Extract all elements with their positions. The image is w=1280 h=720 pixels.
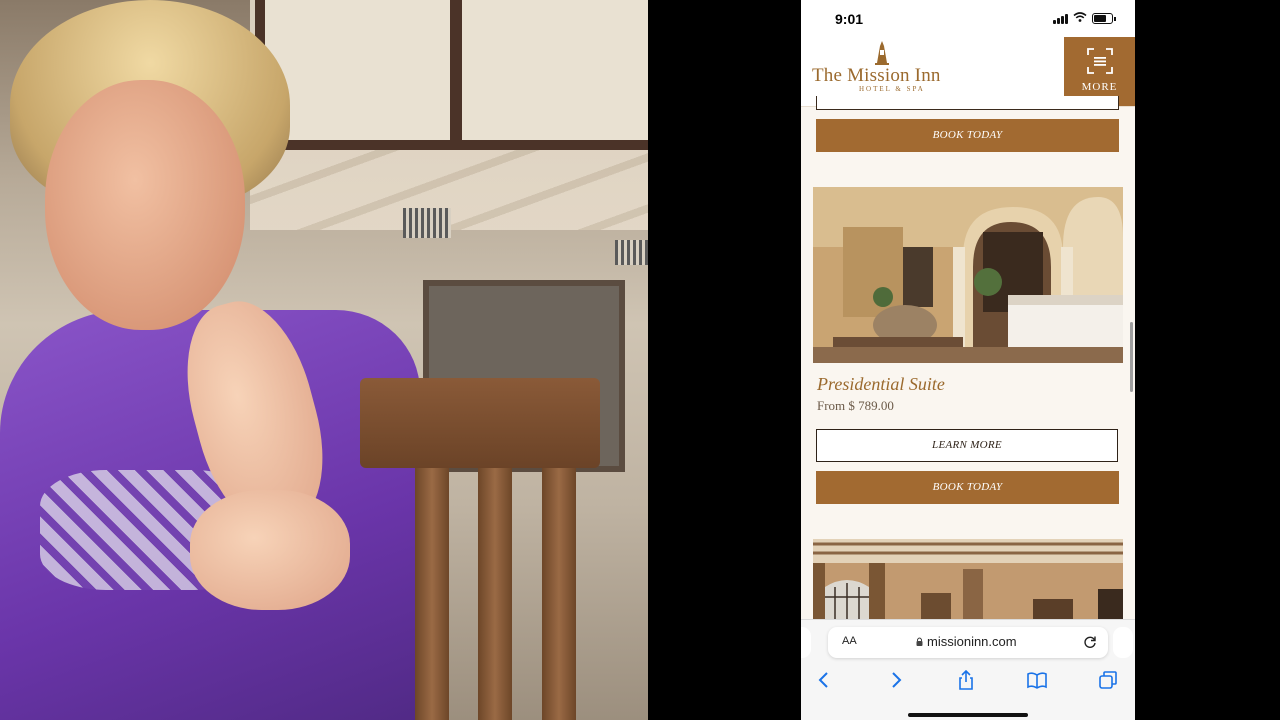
book-today-button[interactable]: BOOK TODAY [816, 471, 1119, 504]
address-bar[interactable]: AA missioninn.com [828, 627, 1108, 658]
forward-icon[interactable] [886, 670, 906, 690]
suite-name[interactable]: Presidential Suite [817, 374, 945, 395]
status-time: 9:01 [835, 11, 864, 27]
reload-icon[interactable] [1083, 635, 1097, 649]
air-vent [403, 208, 451, 238]
chair-slat [478, 468, 512, 720]
bookmarks-icon[interactable] [1027, 670, 1047, 690]
chair-slat [542, 468, 576, 720]
person-hands [190, 490, 350, 610]
home-indicator[interactable] [908, 713, 1028, 717]
battery-icon [1092, 13, 1116, 24]
url-text[interactable]: missioninn.com [927, 634, 1017, 649]
next-suite-photo[interactable] [813, 539, 1123, 619]
previous-learn-more-button[interactable] [816, 96, 1119, 110]
next-suite-image [813, 539, 1123, 619]
phone-screen: 9:01 The Mission Inn HOTEL & SPA A NATIO… [801, 0, 1135, 720]
previous-book-today-button[interactable]: BOOK TODAY [816, 119, 1119, 152]
scroll-indicator[interactable] [1130, 322, 1133, 392]
tabs-icon[interactable] [1098, 670, 1118, 690]
webcam-feed [0, 0, 648, 720]
learn-more-button[interactable]: LEARN MORE [816, 429, 1118, 462]
chair-backrest [360, 378, 600, 468]
text-size-button[interactable]: AA [842, 635, 857, 647]
hotel-logo-subtitle: HOTEL & SPA [859, 85, 925, 93]
person-face [45, 80, 245, 330]
presidential-suite-photo[interactable] [813, 187, 1123, 363]
suite-price: From $ 789.00 [817, 398, 894, 413]
air-vent [615, 240, 648, 265]
more-menu-label: MORE [1081, 81, 1118, 93]
chair-slat [415, 468, 449, 720]
lock-icon [916, 637, 923, 646]
hotel-logo-title[interactable]: The Mission Inn [812, 65, 941, 87]
status-bar: 9:01 [801, 0, 1135, 37]
loft-window [255, 0, 648, 150]
next-tab-preview[interactable] [1113, 627, 1133, 658]
share-icon[interactable] [956, 670, 976, 690]
back-icon[interactable] [814, 670, 834, 690]
bell-tower-logo-icon[interactable] [875, 41, 889, 65]
hamburger-menu-icon [1087, 48, 1113, 74]
previous-tab-preview[interactable] [801, 627, 811, 658]
safari-toolbar: AA missioninn.com [801, 619, 1135, 720]
wifi-icon [1073, 12, 1087, 22]
suite-interior-image [813, 187, 1123, 363]
